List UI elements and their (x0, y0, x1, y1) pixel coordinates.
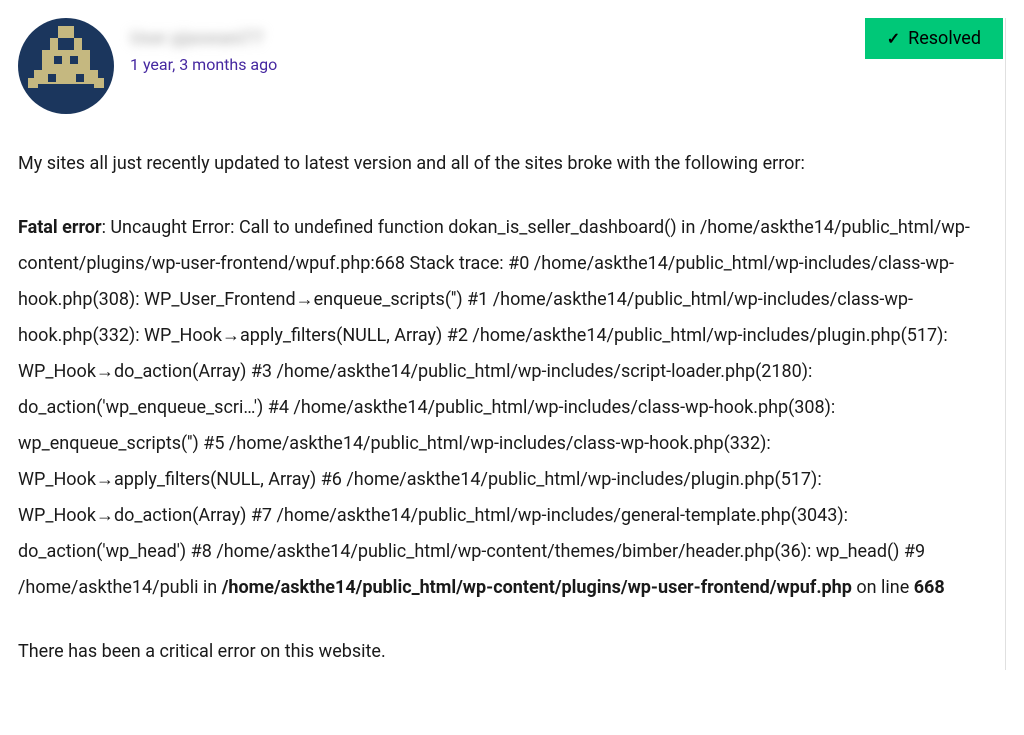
error-line: 668 (914, 577, 945, 598)
avatar[interactable] (18, 18, 114, 114)
error-online: on line (852, 577, 914, 598)
post-timestamp[interactable]: 1 year, 3 months ago (130, 55, 277, 74)
error-path: /home/askthe14/public_html/wp-content/pl… (222, 577, 852, 598)
author-meta: User pjaswani77 1 year, 3 months ago (130, 18, 277, 74)
forum-post: User pjaswani77 1 year, 3 months ago ✓ R… (18, 18, 1006, 670)
error-text: : Uncaught Error: Call to undefined func… (18, 217, 970, 598)
check-icon: ✓ (887, 29, 900, 48)
resolved-badge: ✓ Resolved (865, 18, 1003, 59)
critical-paragraph: There has been a critical error on this … (18, 634, 1003, 670)
post-body: My sites all just recently updated to la… (18, 146, 1003, 670)
avatar-image (18, 18, 114, 114)
error-paragraph: Fatal error: Uncaught Error: Call to und… (18, 210, 1003, 606)
error-prefix: Fatal error (18, 217, 102, 238)
post-header: User pjaswani77 1 year, 3 months ago ✓ R… (18, 18, 1003, 114)
author-name[interactable]: User pjaswani77 (130, 28, 277, 49)
intro-paragraph: My sites all just recently updated to la… (18, 146, 1003, 182)
badge-label: Resolved (908, 28, 981, 49)
